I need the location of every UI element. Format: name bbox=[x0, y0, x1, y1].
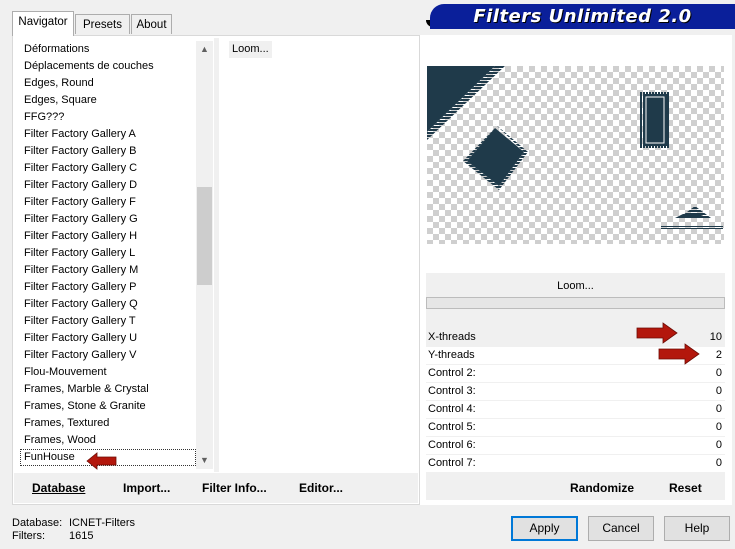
scroll-down-icon[interactable]: ▼ bbox=[196, 452, 213, 469]
category-item[interactable]: Filter Factory Gallery T bbox=[20, 313, 196, 330]
title-text: Filters Unlimited 2.0 bbox=[473, 6, 692, 27]
scrollbar-thumb[interactable] bbox=[197, 187, 212, 285]
control-label: Control 7: bbox=[428, 457, 476, 469]
control-label: Control 3: bbox=[428, 385, 476, 397]
control-value[interactable]: 0 bbox=[716, 383, 722, 400]
filter-item-loom[interactable]: Loom... bbox=[229, 41, 272, 58]
category-item[interactable]: Frames, Stone & Granite bbox=[20, 398, 196, 415]
preview-shapes bbox=[427, 66, 723, 229]
category-item[interactable]: Filter Factory Gallery U bbox=[20, 330, 196, 347]
scroll-up-icon[interactable]: ▲ bbox=[196, 41, 213, 58]
title-banner: Filters Unlimited 2.0 bbox=[430, 4, 735, 29]
apply-button[interactable]: Apply bbox=[511, 516, 578, 541]
control-row[interactable]: Control 2: 0 bbox=[426, 365, 725, 382]
filter-list[interactable] bbox=[219, 38, 416, 472]
control-value[interactable]: 0 bbox=[716, 437, 722, 454]
control-value[interactable]: 0 bbox=[716, 365, 722, 382]
category-item[interactable]: Filter Factory Gallery C bbox=[20, 160, 196, 177]
control-value[interactable]: 0 bbox=[716, 401, 722, 418]
category-item[interactable]: Filter Factory Gallery Q bbox=[20, 296, 196, 313]
category-item[interactable]: Filter Factory Gallery H bbox=[20, 228, 196, 245]
cancel-button[interactable]: Cancel bbox=[588, 516, 654, 541]
filter-info-button[interactable]: Filter Info... bbox=[202, 478, 267, 498]
database-value: ICNET-Filters bbox=[69, 517, 135, 529]
category-item[interactable]: Déformations bbox=[20, 41, 196, 58]
control-value[interactable]: 10 bbox=[710, 329, 722, 346]
category-item[interactable]: Edges, Round bbox=[20, 75, 196, 92]
category-item[interactable]: Filter Factory Gallery P bbox=[20, 279, 196, 296]
category-item[interactable]: Filter Factory Gallery L bbox=[20, 245, 196, 262]
control-value[interactable]: 2 bbox=[716, 347, 722, 364]
category-item[interactable]: Filter Factory Gallery A bbox=[20, 126, 196, 143]
category-item[interactable]: Edges, Square bbox=[20, 92, 196, 109]
import-button[interactable]: Import... bbox=[123, 478, 170, 498]
category-scrollbar[interactable]: ▲ ▼ bbox=[196, 41, 213, 469]
category-item[interactable]: Filter Factory Gallery B bbox=[20, 143, 196, 160]
control-label: Control 2: bbox=[428, 367, 476, 379]
randomize-button[interactable]: Randomize bbox=[570, 478, 634, 498]
category-list[interactable]: Déformations Déplacements de couches Edges… bbox=[20, 41, 196, 469]
control-row[interactable]: Control 4: 0 bbox=[426, 401, 725, 418]
tab-about[interactable]: About bbox=[131, 14, 172, 34]
category-item[interactable]: Filter Factory Gallery F bbox=[20, 194, 196, 211]
control-label: Control 5: bbox=[428, 421, 476, 433]
category-item[interactable]: Déplacements de couches bbox=[20, 58, 196, 75]
filters-label: Filters: bbox=[12, 530, 45, 542]
control-value[interactable]: 0 bbox=[716, 419, 722, 436]
database-label: Database: bbox=[12, 517, 63, 529]
current-filter-name: Loom... bbox=[557, 280, 594, 292]
category-item[interactable]: Frames, Textured bbox=[20, 415, 196, 432]
category-item[interactable]: Filter Factory Gallery V bbox=[20, 347, 196, 364]
reset-button[interactable]: Reset bbox=[669, 478, 702, 498]
database-button[interactable]: Database bbox=[32, 478, 85, 498]
category-item[interactable]: Filter Factory Gallery M bbox=[20, 262, 196, 279]
control-label: Control 6: bbox=[428, 439, 476, 451]
control-label: Control 4: bbox=[428, 403, 476, 415]
progress-bar bbox=[426, 297, 725, 309]
category-item[interactable]: Filter Factory Gallery D bbox=[20, 177, 196, 194]
annotation-arrow-icon bbox=[636, 322, 678, 344]
annotation-arrow-icon bbox=[658, 343, 700, 365]
control-label: Y-threads bbox=[428, 349, 475, 361]
help-button[interactable]: Help bbox=[664, 516, 730, 541]
tab-presets[interactable]: Presets bbox=[75, 14, 130, 34]
category-item[interactable]: Frames, Marble & Crystal bbox=[20, 381, 196, 398]
category-item[interactable]: Frames, Wood bbox=[20, 432, 196, 449]
category-item[interactable]: Flou-Mouvement bbox=[20, 364, 196, 381]
control-row[interactable]: Control 5: 0 bbox=[426, 419, 725, 436]
control-label: X-threads bbox=[428, 331, 476, 343]
preview-image bbox=[427, 66, 724, 244]
annotation-arrow-icon bbox=[86, 452, 117, 470]
editor-button[interactable]: Editor... bbox=[299, 478, 343, 498]
tab-navigator[interactable]: Navigator bbox=[12, 11, 74, 36]
control-value[interactable]: 0 bbox=[716, 455, 722, 472]
category-item[interactable]: Filter Factory Gallery G bbox=[20, 211, 196, 228]
category-item[interactable]: FFG??? bbox=[20, 109, 196, 126]
control-row[interactable]: Control 3: 0 bbox=[426, 383, 725, 400]
filters-count: 1615 bbox=[69, 530, 94, 542]
control-row[interactable]: Control 7: 0 bbox=[426, 455, 725, 472]
control-row[interactable]: Control 6: 0 bbox=[426, 437, 725, 454]
